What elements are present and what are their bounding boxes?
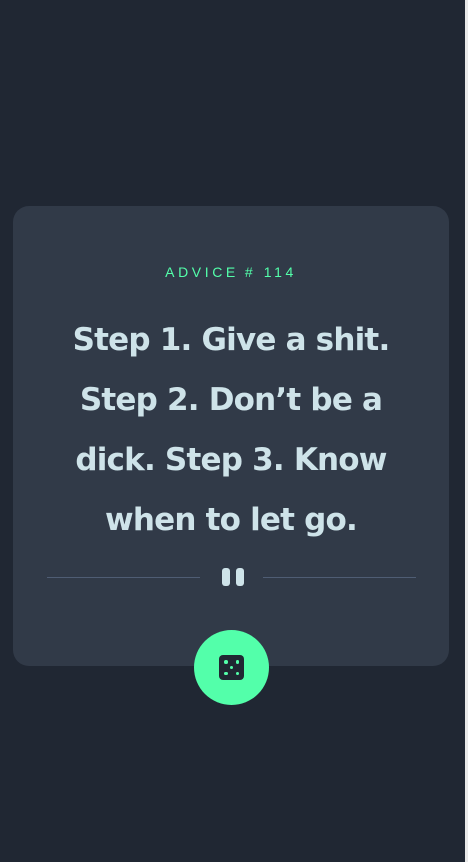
pause-icon [219, 568, 247, 586]
advice-number: # 114 [244, 264, 297, 280]
advice-id: ADVICE # 114 [13, 264, 449, 280]
divider-line-right [263, 577, 416, 578]
divider [47, 565, 417, 589]
advice-label: ADVICE [165, 264, 239, 280]
advice-text: Step 1. Give a shit. Step 2. Don’t be a … [72, 322, 391, 538]
new-advice-button[interactable] [194, 630, 269, 705]
divider-line-left [47, 577, 200, 578]
advice-card: ADVICE # 114 Step 1. Give a shit. Step 2.… [13, 206, 449, 666]
dice-icon [219, 655, 244, 680]
